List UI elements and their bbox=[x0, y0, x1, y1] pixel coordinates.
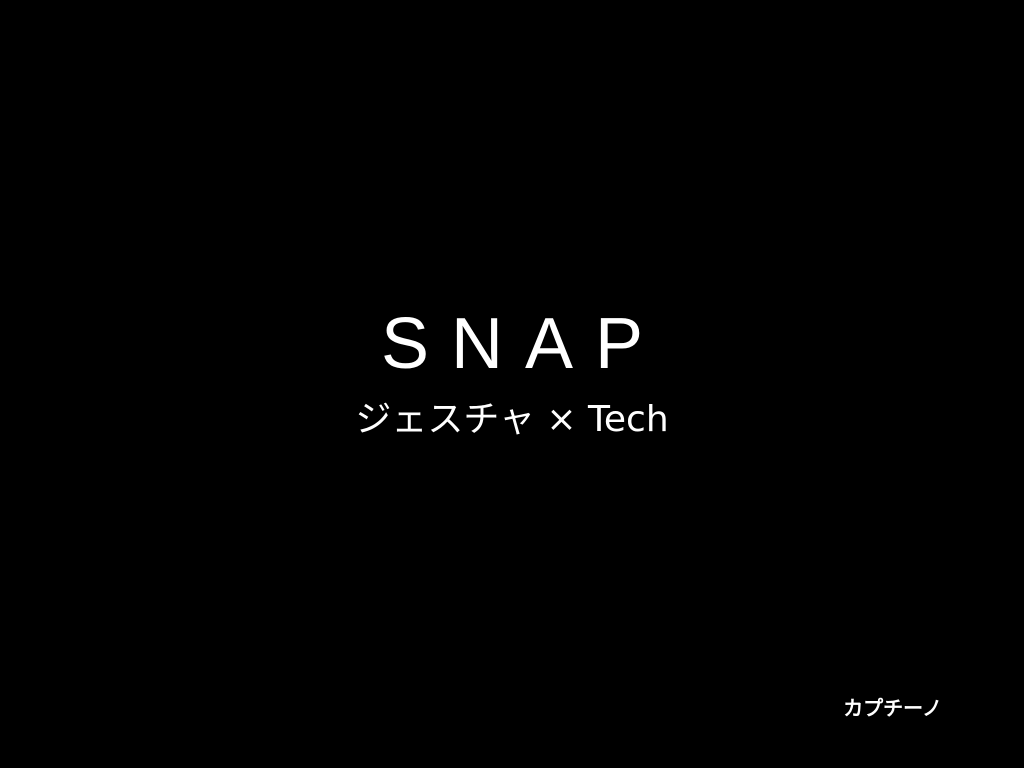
slide-author: カプチーノ bbox=[843, 696, 942, 720]
presentation-slide: SNAP ジェスチャ × Tech カプチーノ bbox=[0, 0, 1024, 768]
slide-title: SNAP bbox=[380, 304, 666, 384]
slide-subtitle: ジェスチャ × Tech bbox=[355, 399, 669, 440]
